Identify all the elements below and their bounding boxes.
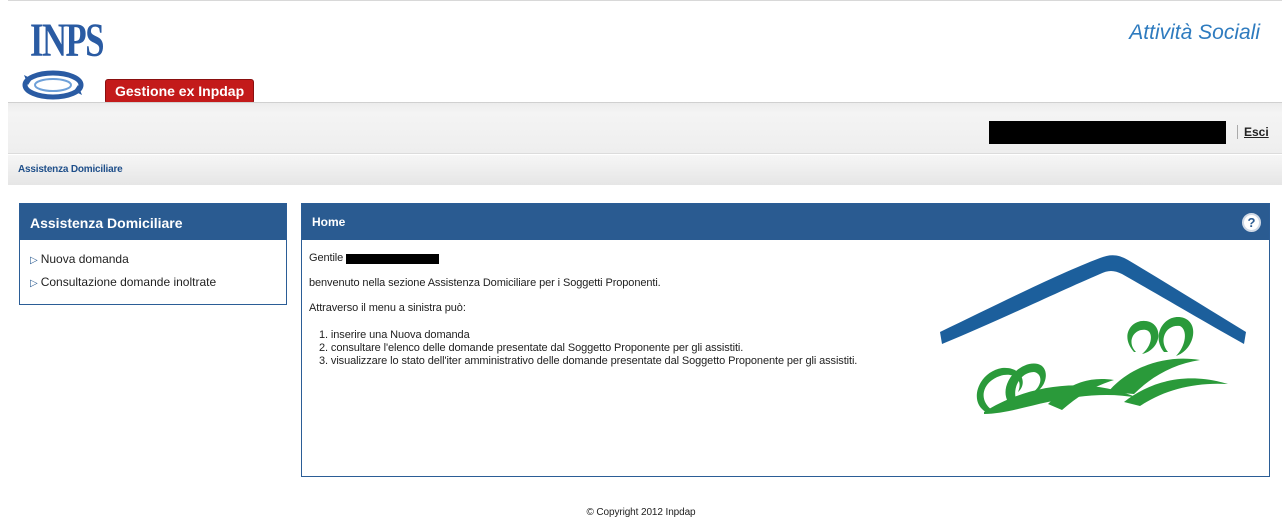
list-item: 3. visualizzare lo stato dell'iter ammin… [319, 355, 858, 367]
separator [1237, 125, 1238, 139]
intro-text: Attraverso il menu a sinistra può: [309, 302, 466, 314]
triangle-right-icon: ▷ [30, 255, 38, 266]
page-header: INPS Gestione ex Inpdap Attività Sociali [8, 0, 1282, 104]
sidebar-title: Assistenza Domiciliare [20, 204, 286, 240]
app-title: Attività Sociali [1129, 21, 1260, 44]
home-panel: Home ? Gentile benvenuto nella sezione A… [301, 203, 1270, 477]
list-item: 1. inserire una Nuova domanda [319, 329, 470, 341]
panel-title: Home [312, 215, 346, 229]
steps-list: 1. inserire una Nuova domanda 2. consult… [309, 329, 909, 368]
panel-content: Gentile benvenuto nella sezione Assisten… [309, 252, 909, 368]
inps-logo[interactable]: INPS Gestione ex Inpdap [20, 11, 270, 104]
logout-link[interactable]: Esci [1244, 125, 1269, 139]
house-illustration [940, 255, 1246, 414]
list-item: 2. consultare l'elenco delle domande pre… [319, 342, 744, 354]
sidebar-menu: Assistenza Domiciliare ▷ Nuova domanda ▷ C… [19, 203, 287, 305]
breadcrumb-bar: Assistenza Domiciliare [8, 155, 1282, 185]
welcome-text: benvenuto nella sezione Assistenza Domic… [309, 277, 661, 289]
redacted-username [989, 121, 1226, 144]
gestione-badge: Gestione ex Inpdap [105, 79, 255, 104]
panel-header: Home ? [302, 204, 1269, 240]
triangle-right-icon: ▷ [30, 278, 38, 289]
greeting-text: Gentile [309, 252, 344, 264]
user-bar: Esci [8, 102, 1282, 154]
menu-item-consultazione[interactable]: ▷ Consultazione domande inoltrate [30, 275, 286, 289]
greeting: Gentile [309, 252, 909, 265]
redacted-name [346, 253, 440, 264]
footer-copyright: © Copyright 2012 Inpdap [586, 507, 696, 518]
help-icon[interactable]: ? [1242, 213, 1261, 232]
menu-item-nuova-domanda[interactable]: ▷ Nuova domanda [30, 252, 286, 266]
breadcrumb: Assistenza Domiciliare [18, 164, 123, 175]
menu-item-label: Nuova domanda [40, 252, 129, 266]
logo-text: INPS [30, 14, 104, 67]
menu-item-label: Consultazione domande inoltrate [40, 275, 217, 289]
